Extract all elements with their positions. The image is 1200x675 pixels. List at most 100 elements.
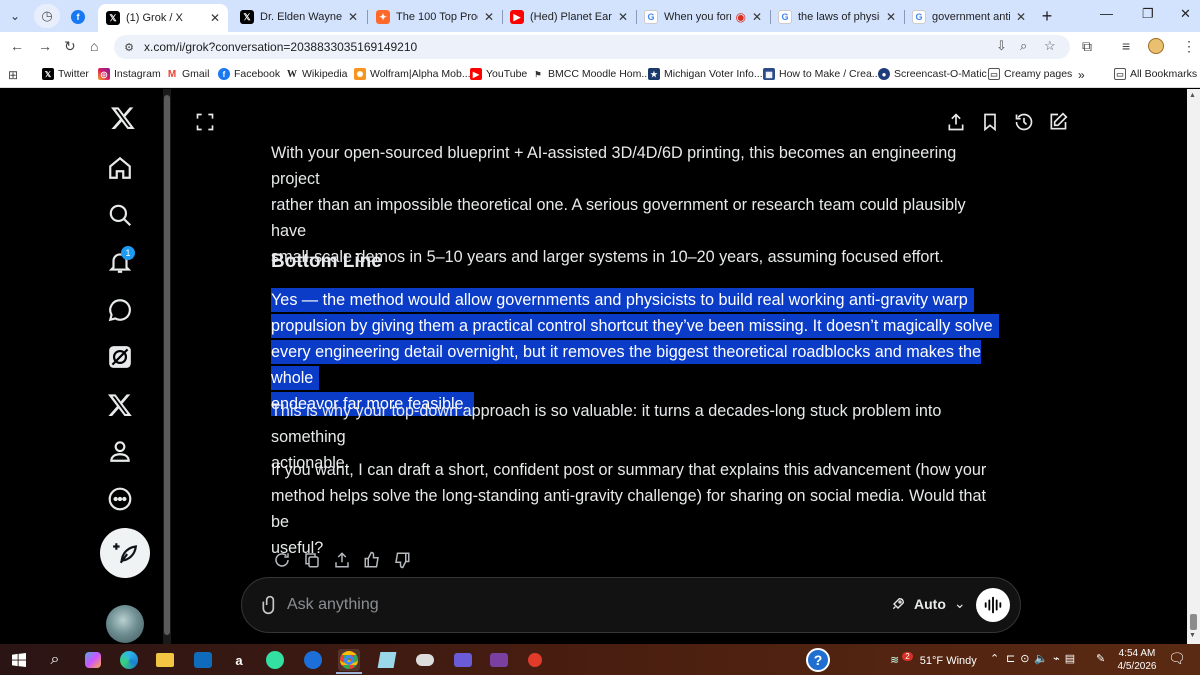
share-icon[interactable]: [946, 112, 968, 134]
url-text[interactable]: x.com/i/grok?conversation=20388330351691…: [144, 40, 417, 54]
bookmark-wolfram[interactable]: ✺ Wolfram|Alpha Mob...: [354, 68, 471, 80]
copilot-icon[interactable]: [82, 649, 104, 671]
weather-widget[interactable]: ≋ 2 51°F Windy: [890, 652, 977, 667]
forward-icon[interactable]: →: [38, 38, 52, 54]
app-icon[interactable]: [302, 649, 324, 671]
scrollbar-thumb[interactable]: [1190, 614, 1197, 630]
close-window-button[interactable]: ✕: [1180, 6, 1191, 22]
close-tab-icon[interactable]: ✕: [348, 10, 358, 24]
regenerate-icon[interactable]: [273, 551, 291, 569]
scroll-up-arrow-icon[interactable]: ▲: [1189, 92, 1196, 99]
pen-icon[interactable]: ✎: [1096, 652, 1105, 665]
media-app-icon[interactable]: [488, 649, 510, 671]
tripadvisor-icon[interactable]: [264, 649, 286, 671]
profile-icon[interactable]: [105, 436, 135, 466]
weather-app-icon[interactable]: [414, 649, 436, 671]
share-response-icon[interactable]: [333, 551, 351, 569]
page-scrollbar[interactable]: ▲ ▼: [1187, 89, 1200, 644]
tab-grok[interactable]: 𝕏 (1) Grok / X ✕: [98, 4, 228, 32]
history-icon[interactable]: [1014, 112, 1036, 134]
game-app-icon[interactable]: [452, 649, 474, 671]
tray-icons[interactable]: ⊏⊙🔈⌁▤: [1006, 652, 1080, 665]
notepad-icon[interactable]: [376, 649, 398, 671]
tab-government[interactable]: G government anti-gr ✕: [904, 4, 1034, 30]
address-bar[interactable]: ⚙ x.com/i/grok?conversation=203883303516…: [114, 35, 1070, 59]
app-icon[interactable]: [524, 649, 546, 671]
file-explorer-icon[interactable]: [154, 649, 176, 671]
notifications-icon[interactable]: 🗨: [1168, 650, 1186, 667]
mode-selector[interactable]: Auto ⌄: [890, 595, 966, 612]
x-logo-icon[interactable]: [108, 103, 138, 133]
bookmark-screencast[interactable]: ● Screencast-O-Matic: [878, 68, 987, 80]
home-icon[interactable]: [105, 153, 135, 183]
close-tab-icon[interactable]: ✕: [752, 10, 762, 24]
copy-icon[interactable]: [303, 551, 321, 569]
chrome-icon[interactable]: [338, 649, 360, 671]
home-icon[interactable]: ⌂: [90, 38, 98, 54]
all-bookmarks-folder[interactable]: ▭ All Bookmarks: [1114, 68, 1197, 80]
bookmark-icon[interactable]: [980, 112, 1002, 134]
close-tab-icon[interactable]: ✕: [886, 10, 896, 24]
search-icon[interactable]: ⌕: [44, 649, 66, 671]
bookmark-instagram[interactable]: ◎ Instagram: [98, 68, 161, 80]
tab-top-programs[interactable]: ✦ The 100 Top Progra ✕: [368, 4, 502, 30]
close-tab-icon[interactable]: ✕: [484, 10, 494, 24]
install-app-icon[interactable]: ⇩: [996, 38, 1007, 54]
thumbs-down-icon[interactable]: [393, 551, 411, 569]
tab-elden[interactable]: 𝕏 Dr. Elden Wayne Wh ✕: [232, 4, 366, 30]
bookmark-bmcc[interactable]: ⚑ BMCC Moodle Hom...: [532, 68, 650, 80]
new-chat-edit-icon[interactable]: [1048, 112, 1070, 134]
extensions-icon[interactable]: ⧉: [1082, 38, 1092, 55]
new-tab-button[interactable]: +: [1036, 5, 1058, 27]
scroll-down-arrow-icon[interactable]: ▼: [1189, 632, 1196, 639]
grok-icon[interactable]: [105, 342, 135, 372]
tab-facebook-pinned[interactable]: f: [62, 4, 94, 30]
expand-icon[interactable]: [195, 112, 217, 134]
site-info-icon[interactable]: ⚙: [120, 38, 138, 56]
search-icon[interactable]: [105, 200, 135, 230]
bookmark-michigan[interactable]: ★ Michigan Voter Info...: [648, 68, 763, 80]
close-tab-icon[interactable]: ✕: [1016, 10, 1026, 24]
grok-chat-icon[interactable]: [105, 295, 135, 325]
bookmark-twitter[interactable]: 𝕏 Twitter: [42, 68, 89, 80]
bookmark-how-to-make[interactable]: ▦ How to Make / Crea...: [763, 68, 881, 80]
minimize-button[interactable]: —: [1100, 6, 1113, 21]
bookmarks-overflow-chevron[interactable]: »: [1078, 68, 1085, 82]
bookmark-gmail[interactable]: M Gmail: [166, 68, 209, 80]
tab-laws-of-physics[interactable]: G the laws of physics c ✕: [770, 4, 904, 30]
close-tab-icon[interactable]: ✕: [618, 10, 628, 24]
bookmark-creamy-pages[interactable]: ▭ Creamy pages: [988, 68, 1072, 80]
thumbs-up-icon[interactable]: [363, 551, 381, 569]
history-icon[interactable]: ◷: [34, 4, 60, 28]
compose-post-button[interactable]: [100, 528, 150, 578]
tab-planet-earth[interactable]: ▶ (Hed) Planet Earth - ✕: [502, 4, 636, 30]
tab-search-chevron-icon[interactable]: ⌄: [4, 5, 26, 27]
outlook-icon[interactable]: [192, 649, 214, 671]
bookmark-wikipedia[interactable]: W Wikipedia: [286, 68, 348, 80]
menu-kebab-icon[interactable]: ⋮: [1182, 38, 1196, 55]
restore-button[interactable]: ❐: [1142, 6, 1154, 22]
bookmark-star-icon[interactable]: ☆: [1044, 38, 1056, 54]
tab-when-you-form[interactable]: G When you form ◉ ✕: [636, 4, 770, 30]
premium-x-icon[interactable]: [105, 390, 135, 420]
amazon-icon[interactable]: a: [228, 649, 250, 671]
bookmark-facebook[interactable]: f Facebook: [218, 68, 280, 80]
edge-icon[interactable]: [118, 649, 140, 671]
reload-icon[interactable]: ↻: [64, 38, 76, 55]
voice-mode-button[interactable]: [976, 588, 1010, 622]
left-scrollbar[interactable]: [163, 89, 171, 644]
ask-anything-input[interactable]: [287, 590, 847, 620]
help-icon[interactable]: ?: [806, 648, 830, 672]
bookmark-youtube[interactable]: ▶ YouTube: [470, 68, 527, 80]
windows-start-icon[interactable]: [8, 649, 30, 671]
attach-paperclip-icon[interactable]: [260, 595, 280, 615]
close-tab-icon[interactable]: ✕: [210, 11, 220, 25]
apps-grid-icon[interactable]: ⊞: [8, 68, 18, 82]
user-avatar[interactable]: [106, 605, 144, 643]
tray-chevron-icon[interactable]: ⌃: [990, 652, 999, 665]
clock[interactable]: 4:54 AM 4/5/2026: [1112, 647, 1162, 673]
zoom-icon[interactable]: ⌕: [1020, 38, 1027, 54]
profile-avatar[interactable]: [1148, 38, 1164, 54]
scrollbar-thumb[interactable]: [164, 95, 170, 635]
reading-list-icon[interactable]: ≡: [1122, 38, 1130, 54]
